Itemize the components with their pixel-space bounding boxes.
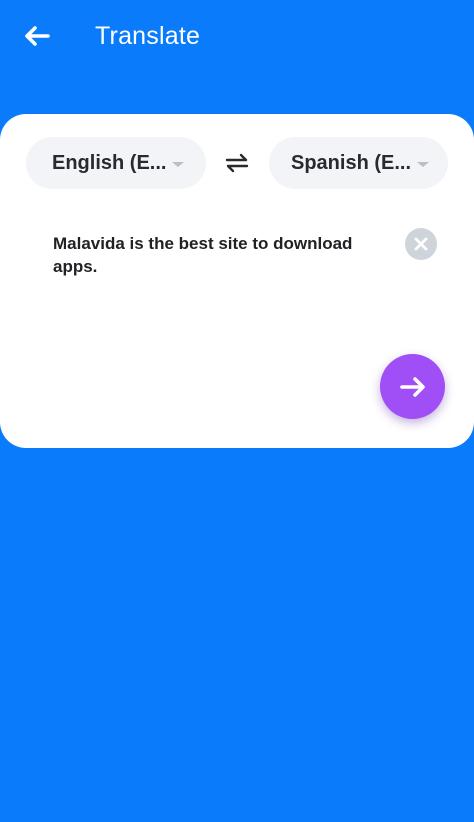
swap-arrows-icon: [225, 153, 249, 173]
page-title: Translate: [95, 22, 201, 50]
source-text-input[interactable]: Malavida is the best site to download ap…: [53, 232, 393, 278]
arrow-right-icon: [399, 376, 425, 397]
translate-button[interactable]: [380, 354, 445, 419]
chevron-down-icon: [417, 161, 430, 167]
swap-languages-button[interactable]: [221, 148, 253, 178]
clear-text-button[interactable]: [405, 228, 437, 260]
back-button[interactable]: [17, 16, 57, 56]
chevron-down-icon: [172, 161, 185, 167]
app-bar: Translate: [0, 0, 474, 72]
source-language-dropdown[interactable]: English (E...: [26, 137, 206, 189]
translator-card: English (E... Spanish (E... Malavida is …: [0, 114, 474, 448]
target-language-dropdown[interactable]: Spanish (E...: [269, 137, 448, 189]
close-icon: [414, 237, 428, 251]
source-language-label: English (E...: [52, 151, 167, 174]
target-language-label: Spanish (E...: [291, 151, 412, 174]
arrow-left-icon: [25, 26, 50, 46]
